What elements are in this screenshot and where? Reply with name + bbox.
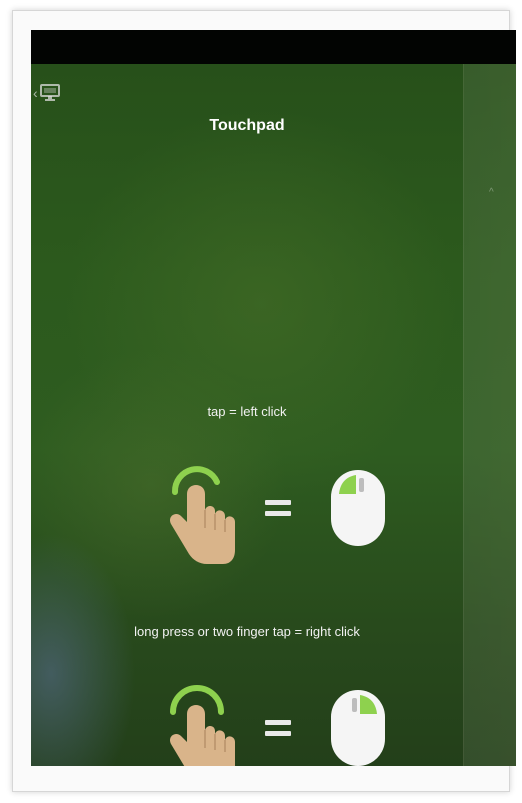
page-title: Touchpad — [209, 117, 285, 134]
one-finger-tap-icon — [170, 466, 235, 564]
mouse-right-button-icon — [331, 690, 385, 766]
back-button[interactable]: ‹ — [33, 82, 73, 104]
equals-sign — [265, 498, 293, 518]
screenshot-frame: ^ ‹ Touchpad tap = left click long press… — [0, 0, 522, 803]
long-press-instruction-text: long press or two finger tap = right cli… — [134, 624, 360, 639]
monitor-icon — [39, 84, 60, 101]
finger-long-press-icon — [170, 685, 235, 766]
status-bar — [31, 30, 516, 64]
left-click-illustration — [159, 450, 389, 565]
app-screen: ^ ‹ Touchpad tap = left click long press… — [31, 30, 516, 766]
mouse-left-button-icon — [331, 470, 385, 546]
chevron-left-icon: ‹ — [33, 85, 38, 101]
right-click-illustration — [159, 670, 389, 766]
equals-sign — [265, 718, 293, 738]
side-scroll-panel[interactable] — [463, 64, 516, 766]
tap-instruction-text: tap = left click — [207, 404, 287, 419]
chevron-up-icon: ^ — [489, 187, 494, 198]
